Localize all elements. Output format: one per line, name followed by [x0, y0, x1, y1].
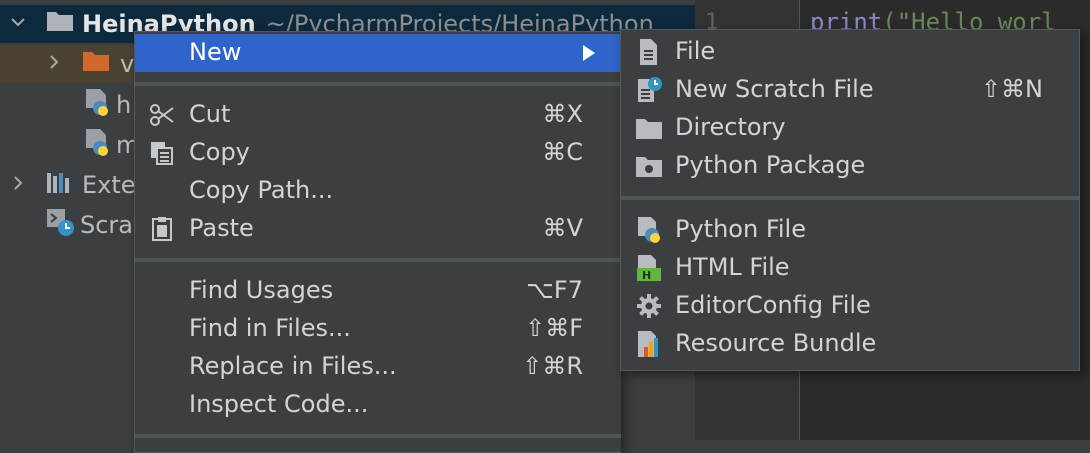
folder-icon	[46, 9, 74, 39]
folder-icon	[82, 49, 110, 79]
menu-item-replace-in-files[interactable]: Replace in Files... ⇧⌘R	[135, 348, 621, 386]
shortcut-label: ⌘C	[542, 138, 583, 166]
svg-text:H: H	[642, 269, 651, 282]
shortcut-label: ⇧⌘N	[980, 75, 1043, 103]
submenu-item-label: New Scratch File	[675, 75, 874, 103]
menu-item-label: Find in Files...	[189, 314, 351, 342]
python-file-icon	[84, 88, 110, 122]
new-submenu: File New Scratch File ⇧⌘N Directory Pyth…	[620, 29, 1080, 371]
submenu-separator	[621, 196, 1079, 200]
scratch-file-icon	[635, 76, 663, 104]
menu-item-find-usages[interactable]: Find Usages ⌥F7	[135, 272, 621, 310]
menu-item-copy-path[interactable]: Copy Path...	[135, 172, 621, 210]
submenu-item-label: EditorConfig File	[675, 291, 871, 319]
submenu-item-label: HTML File	[675, 253, 790, 281]
folder-icon	[635, 114, 663, 142]
file-icon	[635, 38, 663, 66]
submenu-item-resource-bundle[interactable]: Resource Bundle	[621, 325, 1079, 363]
submenu-item-new-scratch-file[interactable]: New Scratch File ⇧⌘N	[621, 71, 1079, 109]
chevron-right-icon[interactable]	[44, 52, 64, 77]
tree-item-label: v	[120, 50, 135, 78]
menu-item-label: Copy Path...	[189, 176, 334, 204]
gear-icon	[635, 292, 663, 320]
python-file-icon	[635, 216, 663, 244]
shortcut-label: ⌘V	[542, 214, 583, 242]
submenu-item-label: Directory	[675, 113, 786, 141]
menu-separator	[135, 434, 621, 438]
menu-separator	[135, 258, 621, 262]
menu-item-label: Inspect Code...	[189, 390, 369, 418]
resource-bundle-icon	[635, 330, 663, 358]
submenu-item-label: Resource Bundle	[675, 329, 877, 357]
shortcut-label: ⇧⌘R	[522, 352, 583, 380]
submenu-item-html-file[interactable]: H HTML File	[621, 249, 1079, 287]
submenu-item-editorconfig-file[interactable]: EditorConfig File	[621, 287, 1079, 325]
submenu-item-file[interactable]: File	[621, 33, 1079, 71]
shortcut-label: ⇧⌘F	[525, 314, 583, 342]
scratch-icon	[46, 207, 76, 243]
menu-item-label: New	[189, 38, 242, 66]
submenu-item-label: File	[675, 37, 716, 65]
menu-separator	[135, 82, 621, 86]
menu-item-new[interactable]: New	[135, 34, 621, 72]
shortcut-label: ⌥F7	[526, 276, 583, 304]
menu-item-inspect-code[interactable]: Inspect Code...	[135, 386, 621, 424]
package-folder-icon	[635, 152, 663, 180]
menu-item-copy[interactable]: Copy ⌘C	[135, 134, 621, 172]
tree-item-label: Exte	[82, 171, 136, 199]
context-menu: New Cut ⌘X Copy ⌘C Copy Path... Paste ⌘V…	[134, 31, 621, 453]
submenu-arrow-icon	[583, 45, 595, 61]
menu-item-label: Copy	[189, 138, 250, 166]
submenu-item-label: Python Package	[675, 151, 866, 179]
menu-item-label: Find Usages	[189, 276, 334, 304]
menu-item-label: Paste	[189, 214, 254, 242]
menu-item-find-in-files[interactable]: Find in Files... ⇧⌘F	[135, 310, 621, 348]
html-file-icon: H	[635, 254, 663, 282]
menu-item-cut[interactable]: Cut ⌘X	[135, 96, 621, 134]
chevron-down-icon[interactable]	[8, 12, 28, 37]
shortcut-label: ⌘X	[542, 100, 583, 128]
library-icon	[46, 170, 74, 200]
tree-item-label: h	[116, 91, 132, 119]
menu-item-label: Replace in Files...	[189, 352, 397, 380]
submenu-item-python-package[interactable]: Python Package	[621, 147, 1079, 185]
copy-icon	[149, 140, 175, 166]
menu-item-label: Cut	[189, 100, 231, 128]
menu-item-paste[interactable]: Paste ⌘V	[135, 210, 621, 248]
submenu-item-directory[interactable]: Directory	[621, 109, 1079, 147]
tree-item-label: Scra	[80, 211, 134, 239]
submenu-item-label: Python File	[675, 215, 806, 243]
python-file-icon	[84, 128, 110, 162]
chevron-right-icon[interactable]	[8, 173, 28, 198]
clipboard-icon	[149, 216, 175, 242]
scissors-icon	[149, 102, 175, 128]
submenu-item-python-file[interactable]: Python File	[621, 211, 1079, 249]
